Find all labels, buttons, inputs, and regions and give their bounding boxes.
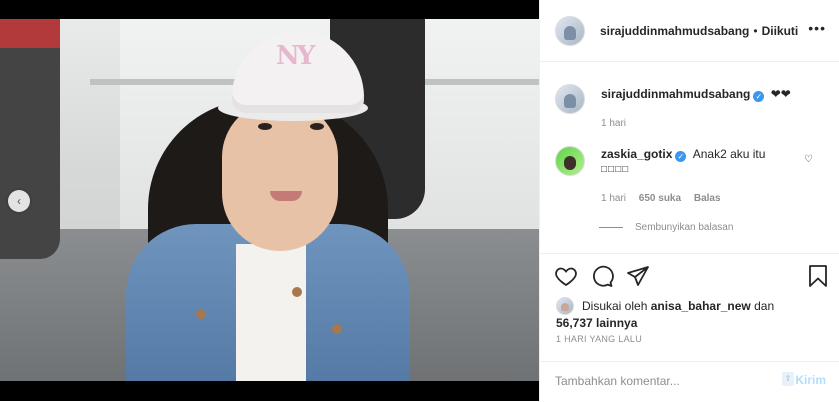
previous-photo-button[interactable]: ‹ — [8, 190, 30, 212]
hide-replies-label: Sembunyikan balasan — [635, 222, 734, 233]
divider-line — [599, 227, 623, 228]
comment-input[interactable] — [555, 370, 765, 392]
caption-time[interactable]: 1 hari — [601, 116, 791, 132]
chevron-left-icon: ‹ — [17, 194, 21, 208]
post-sidebar: sirajuddinmahmudsabang • Diikuti ••• sir… — [539, 0, 839, 401]
emoji-icon[interactable]: ⇧ — [782, 372, 794, 386]
add-comment-bar: ⇧ Kirim — [540, 361, 839, 402]
follow-status-button[interactable]: Diikuti — [762, 24, 799, 38]
post-photo[interactable]: NY — [0, 19, 539, 381]
comment: zaskia_gotix ✓ Anak2 aku itu □□□□ 1 hari … — [555, 146, 765, 207]
separator-dot: • — [753, 23, 758, 38]
avatar[interactable] — [555, 15, 585, 46]
bookmark-icon[interactable] — [806, 264, 830, 288]
likes-summary: Disukai oleh anisa_bahar_new dan 56,737 … — [556, 297, 774, 331]
verified-icon: ✓ — [753, 91, 765, 102]
liker-avatar[interactable] — [556, 297, 574, 315]
comment-likes[interactable]: 650 suka — [639, 193, 681, 204]
post-media: NY ‹ — [0, 0, 539, 401]
likes-conjunction: dan — [754, 299, 775, 313]
heart-icon[interactable] — [554, 264, 578, 288]
comment-icon[interactable] — [590, 264, 614, 288]
more-icon[interactable]: ••• — [808, 20, 826, 36]
reply-button[interactable]: Balas — [694, 193, 721, 204]
post-actions: Disukai oleh anisa_bahar_new dan 56,737 … — [540, 253, 839, 362]
caption-text: ❤❤ — [770, 87, 791, 101]
post-comment-button[interactable]: Kirim — [795, 373, 826, 387]
caption-username[interactable]: sirajuddinmahmudsabang — [601, 87, 750, 101]
avatar[interactable] — [555, 146, 585, 176]
share-icon[interactable] — [626, 264, 650, 288]
post-header: sirajuddinmahmudsabang • Diikuti ••• — [540, 0, 839, 62]
comment-emoji: □□□□ — [601, 164, 630, 175]
comment-text: Anak2 aku itu — [692, 147, 766, 161]
caption: sirajuddinmahmudsabang ✓ ❤❤ 1 hari — [555, 84, 791, 132]
hide-replies-button[interactable]: Sembunyikan balasan — [599, 222, 733, 233]
like-comment-heart-icon[interactable]: ♡ — [804, 154, 813, 165]
verified-icon: ✓ — [675, 151, 687, 162]
likes-suffix[interactable]: lainnya — [596, 316, 637, 330]
avatar[interactable] — [555, 84, 585, 114]
likes-count[interactable]: 56,737 — [556, 316, 593, 330]
cap-logo: NY — [276, 41, 315, 71]
comment-time[interactable]: 1 hari — [601, 193, 626, 204]
header-username[interactable]: sirajuddinmahmudsabang — [600, 24, 749, 38]
comment-username[interactable]: zaskia_gotix — [601, 147, 672, 161]
post-timestamp[interactable]: 1 HARI YANG LALU — [556, 334, 642, 344]
likes-prefix: Disukai oleh — [582, 299, 648, 313]
liker-username[interactable]: anisa_bahar_new — [651, 298, 751, 314]
